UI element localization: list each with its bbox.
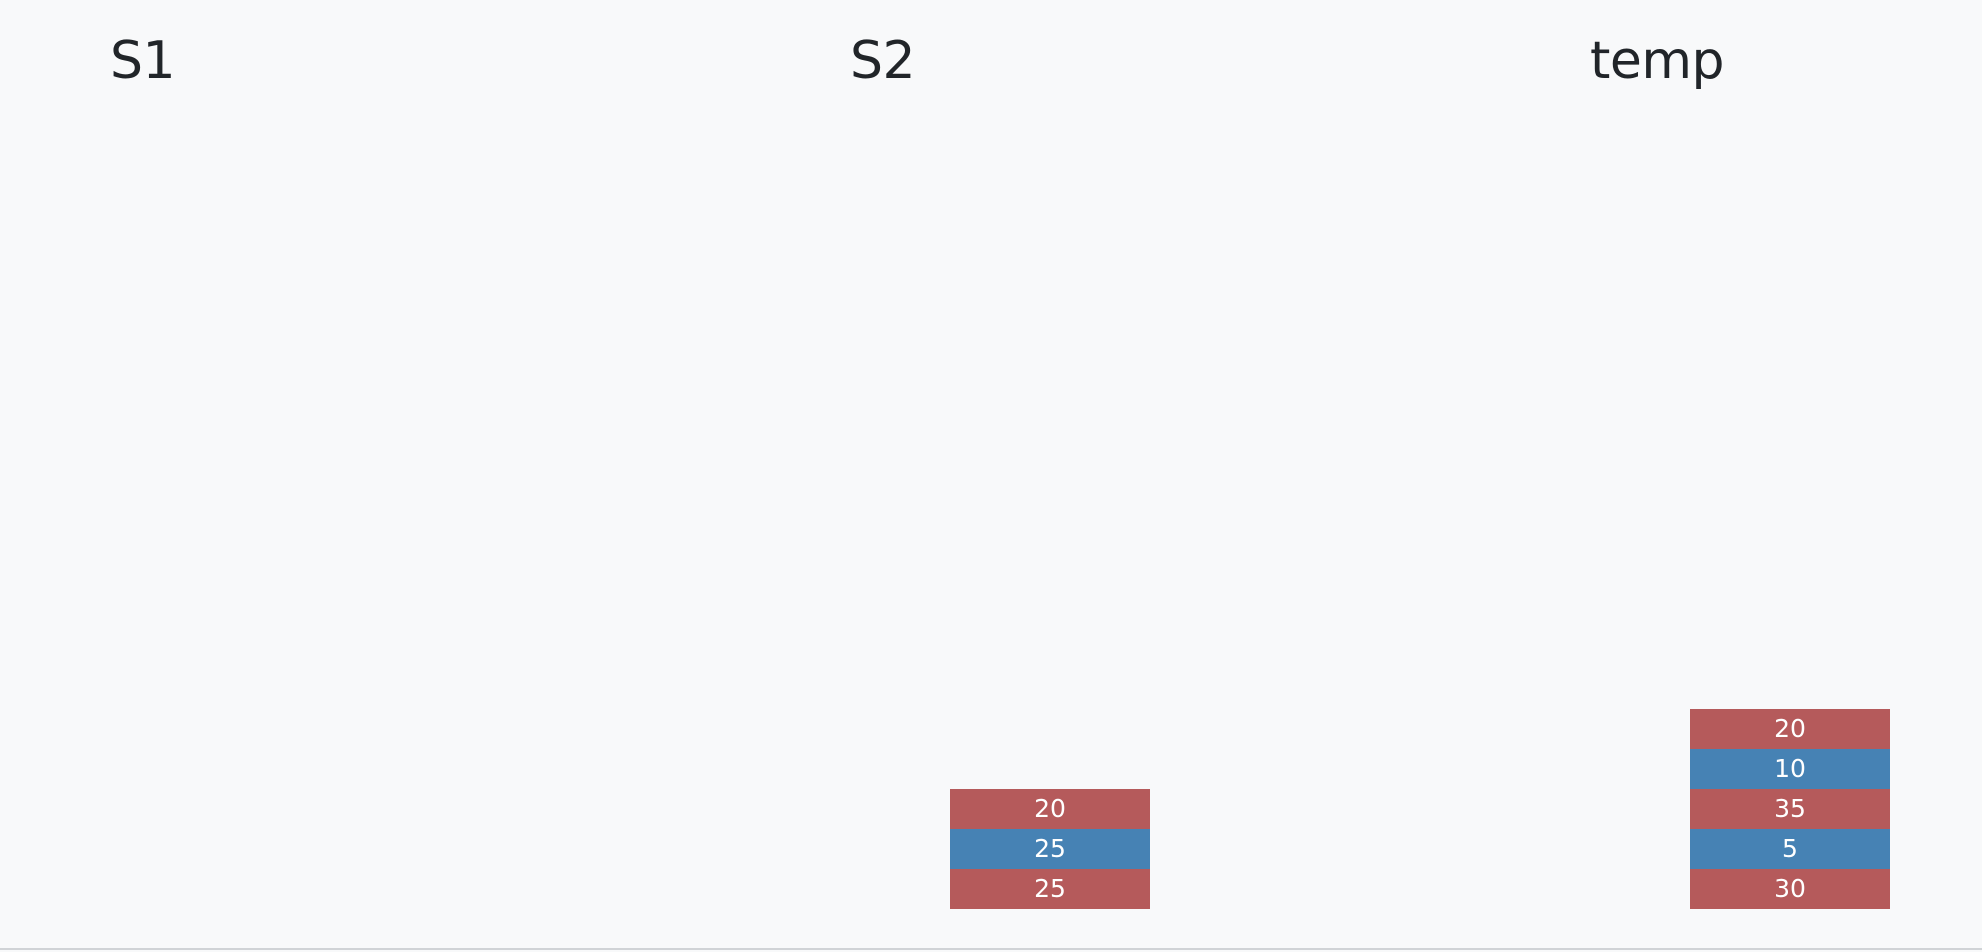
stack-block: 20 <box>1690 709 1890 749</box>
stack-title: S2 <box>850 31 916 91</box>
stack-block: 35 <box>1690 789 1890 829</box>
stack-s2: S2 20 25 25 <box>741 0 1482 909</box>
stack-block: 30 <box>1690 869 1890 909</box>
stack-title: temp <box>1590 31 1725 91</box>
stack-temp: temp 20 10 35 5 30 <box>1482 0 1982 909</box>
stack-items: 20 10 35 5 30 <box>1690 709 1890 909</box>
bottom-divider <box>0 948 1982 950</box>
stack-visualizer: S1 S2 20 25 25 temp 20 10 35 5 30 <box>0 0 1982 952</box>
stack-block: 5 <box>1690 829 1890 869</box>
stack-s1: S1 <box>0 0 741 909</box>
stack-block: 25 <box>950 869 1150 909</box>
stack-block: 10 <box>1690 749 1890 789</box>
stack-items: 20 25 25 <box>950 789 1150 909</box>
stack-block: 20 <box>950 789 1150 829</box>
stack-title: S1 <box>110 31 176 91</box>
stack-block: 25 <box>950 829 1150 869</box>
